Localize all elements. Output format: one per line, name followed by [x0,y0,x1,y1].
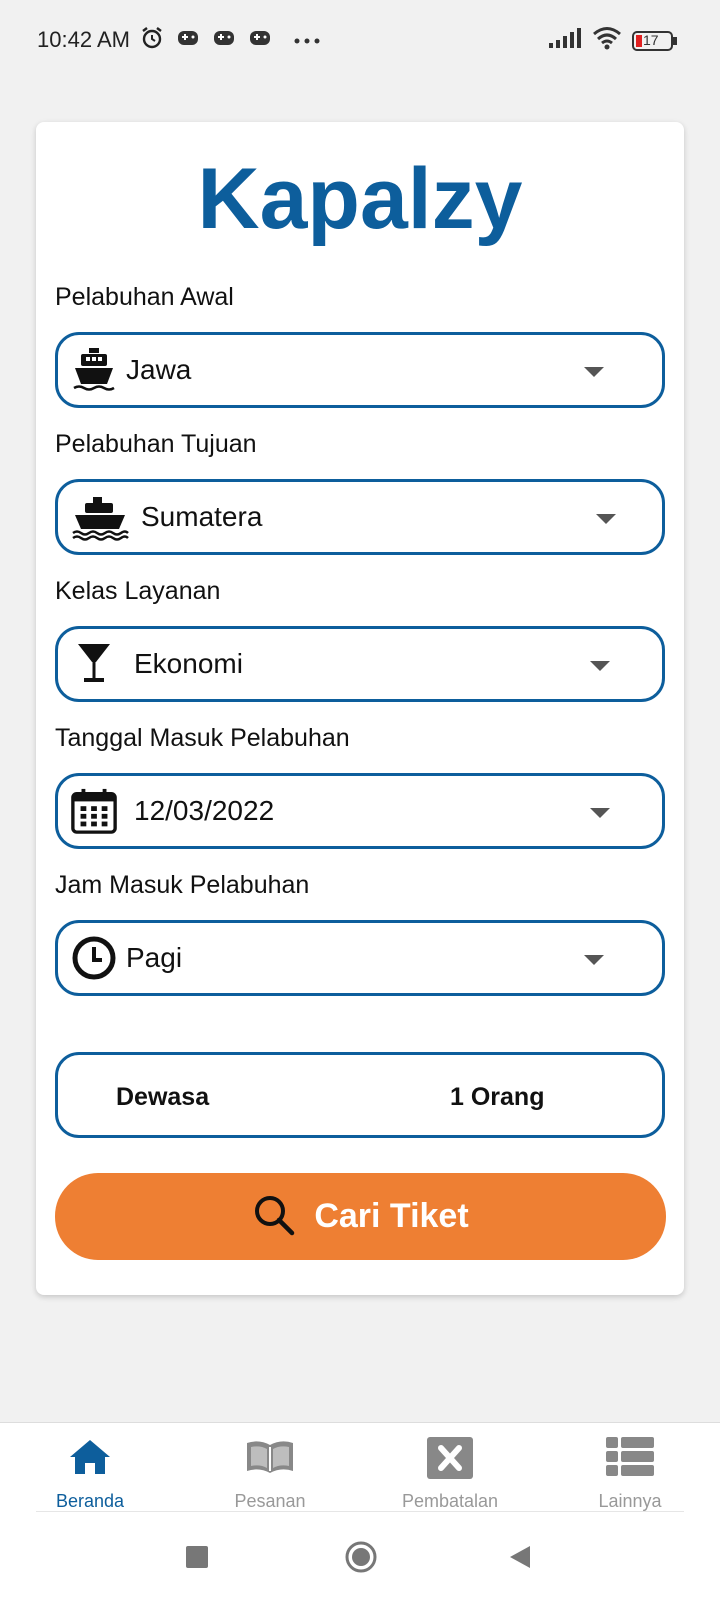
destination-port-select[interactable]: Sumatera [55,479,665,555]
system-navigation-bar [0,1520,720,1600]
list-icon [606,1437,654,1477]
passenger-count: 1 Orang [450,1083,545,1111]
app-title: Kapalzy [197,151,523,247]
chevron-down-icon [590,808,610,818]
recents-button[interactable] [186,1546,208,1573]
destination-port-value: Sumatera [141,501,263,532]
more-dots-icon [294,32,320,50]
signal-icon [548,27,582,54]
status-system-icons: 17 [548,26,678,55]
nav-label-pesanan: Pesanan [234,1491,306,1511]
bottom-navigation: Beranda Pesanan Pembatalan Lainnya [0,1422,720,1520]
search-ticket-label: Cari Tiket [314,1197,469,1235]
nav-item-lainnya[interactable]: Lainnya [540,1423,720,1521]
ferry-icon [70,493,130,541]
chevron-down-icon [584,955,604,965]
book-icon [243,1437,297,1477]
search-icon [252,1193,296,1240]
origin-port-select[interactable]: Jawa [55,332,665,408]
clock-icon [70,934,118,982]
time-select[interactable]: Pagi [55,920,665,996]
game-icon [212,27,236,54]
calendar-icon [70,787,118,835]
nav-item-pesanan[interactable]: Pesanan [180,1423,360,1521]
home-button[interactable] [344,1540,378,1579]
destination-port-label: Pelabuhan Tujuan [55,430,257,458]
passenger-selector[interactable]: Dewasa 1 Orang [55,1052,665,1138]
battery-icon: 17 [632,30,678,52]
time-value: Pagi [126,942,183,973]
chevron-down-icon [596,514,616,524]
passenger-type-label: Dewasa [116,1083,210,1111]
nav-item-pembatalan[interactable]: Pembatalan [360,1423,540,1521]
service-class-select[interactable]: Ekonomi [55,626,665,702]
nav-item-beranda[interactable]: Beranda [0,1423,180,1521]
status-bar: 10:42 AM 17 [0,0,720,80]
service-class-label: Kelas Layanan [55,577,221,605]
chevron-down-icon [584,367,604,377]
status-time: 10:42 AM [37,27,130,52]
cocktail-icon [70,640,118,688]
ship-icon [70,346,118,394]
battery-level: 17 [643,31,659,48]
back-button[interactable] [508,1545,532,1574]
alarm-icon [140,26,164,55]
nav-divider [36,1511,684,1512]
search-ticket-button[interactable]: Cari Tiket [55,1173,666,1260]
cancel-icon [427,1437,473,1479]
date-value: 12/03/2022 [134,795,275,826]
nav-label-lainnya: Lainnya [598,1491,662,1511]
chevron-down-icon [590,661,610,671]
nav-label-beranda: Beranda [55,1491,125,1511]
date-picker[interactable]: 12/03/2022 [55,773,665,849]
date-label: Tanggal Masuk Pelabuhan [55,724,350,752]
wifi-icon [592,26,622,55]
home-icon [68,1437,112,1477]
service-class-value: Ekonomi [134,648,243,679]
game-icon [248,27,272,54]
nav-label-pembatalan: Pembatalan [401,1491,499,1511]
game-icon [176,27,200,54]
status-notification-icons [140,26,320,55]
time-label: Jam Masuk Pelabuhan [55,871,310,899]
origin-port-label: Pelabuhan Awal [55,283,234,311]
origin-port-value: Jawa [126,354,192,385]
